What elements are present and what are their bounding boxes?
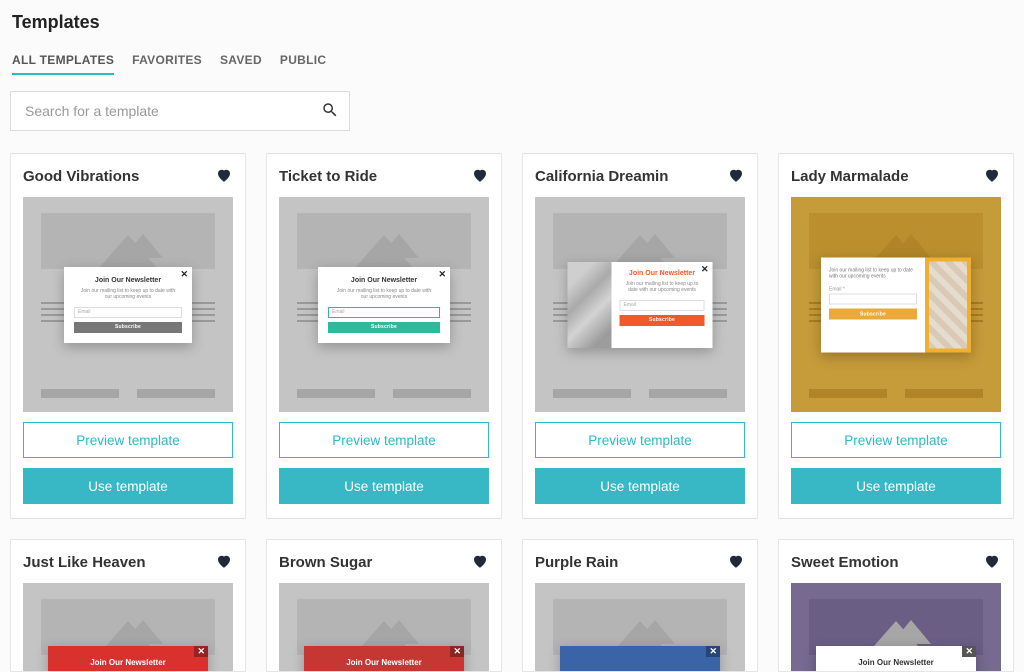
close-icon: ✕ — [180, 269, 188, 280]
templates-grid: Good Vibrations ✕ Join Our Newsletter Jo… — [10, 153, 1014, 672]
template-thumbnail[interactable]: ✕ Join Our Newsletter Join our mailing l… — [535, 197, 745, 412]
template-card: Just Like Heaven ✕ Join Our Newsletter — [10, 539, 246, 672]
search-bar[interactable] — [10, 91, 350, 131]
use-template-button[interactable]: Use template — [279, 468, 489, 504]
template-title: Purple Rain — [535, 554, 618, 571]
popup-subscribe-button: Subscribe — [74, 322, 182, 333]
template-thumbnail[interactable]: ✕ Join Our Newsletter — [791, 583, 1001, 671]
use-template-button[interactable]: Use template — [23, 468, 233, 504]
popup-preview: ✕ Join Our Newsletter Join our mailing l… — [318, 267, 450, 343]
popup-preview: ✕ — [560, 646, 720, 671]
favorite-icon[interactable] — [471, 166, 489, 187]
popup-preview: ✕ Join Our Newsletter Join our mailing l… — [568, 262, 713, 348]
preview-template-button[interactable]: Preview template — [279, 422, 489, 458]
popup-headline: Join Our Newsletter — [620, 270, 705, 277]
favorite-icon[interactable] — [727, 166, 745, 187]
favorite-icon[interactable] — [215, 166, 233, 187]
favorite-icon[interactable] — [727, 552, 745, 573]
popup-headline: Join Our Newsletter — [74, 277, 182, 284]
template-title: Lady Marmalade — [791, 168, 909, 185]
preview-template-button[interactable]: Preview template — [535, 422, 745, 458]
popup-email-label: Email * — [829, 287, 917, 293]
template-card: California Dreamin ✕ Join Our Newsletter… — [522, 153, 758, 519]
template-thumbnail[interactable]: Join our mailing list to keep up to date… — [791, 197, 1001, 412]
close-icon: ✕ — [194, 646, 208, 657]
popup-email-input — [829, 294, 917, 305]
template-title: Good Vibrations — [23, 168, 139, 185]
popup-image — [568, 262, 612, 348]
preview-template-button[interactable]: Preview template — [23, 422, 233, 458]
popup-subline: Join our mailing list to keep up to date… — [626, 281, 699, 294]
preview-template-button[interactable]: Preview template — [791, 422, 1001, 458]
search-input[interactable] — [25, 103, 321, 119]
popup-preview: Join our mailing list to keep up to date… — [821, 257, 971, 352]
favorite-icon[interactable] — [471, 552, 489, 573]
template-thumbnail[interactable]: ✕ Join Our Newsletter Join our mailing l… — [279, 197, 489, 412]
favorite-icon[interactable] — [215, 552, 233, 573]
template-card: Good Vibrations ✕ Join Our Newsletter Jo… — [10, 153, 246, 519]
search-icon[interactable] — [321, 101, 339, 122]
popup-headline: Join Our Newsletter — [328, 277, 440, 284]
page-title: Templates — [12, 12, 1014, 33]
template-card: Purple Rain ✕ — [522, 539, 758, 672]
popup-preview: ✕ Join Our Newsletter — [48, 646, 208, 671]
close-icon: ✕ — [959, 259, 967, 270]
close-icon: ✕ — [438, 269, 446, 280]
popup-subline: Join our mailing list to keep up to date… — [80, 288, 176, 301]
popup-preview: ✕ Join Our Newsletter — [816, 646, 976, 671]
tab-favorites[interactable]: FAVORITES — [132, 53, 202, 75]
popup-email-input: Email — [74, 307, 182, 318]
popup-subline: Join our mailing list to keep up to date… — [829, 267, 917, 281]
tab-saved[interactable]: SAVED — [220, 53, 262, 75]
popup-headline: Join Our Newsletter — [828, 658, 964, 667]
popup-subscribe-button: Subscribe — [328, 322, 440, 333]
template-card: Ticket to Ride ✕ Join Our Newsletter Joi… — [266, 153, 502, 519]
template-thumbnail[interactable]: ✕ — [535, 583, 745, 671]
template-title: Just Like Heaven — [23, 554, 146, 571]
favorite-icon[interactable] — [983, 552, 1001, 573]
template-card: Brown Sugar ✕ Join Our Newsletter — [266, 539, 502, 672]
filter-tabs: ALL TEMPLATES FAVORITES SAVED PUBLIC — [12, 53, 1014, 75]
template-title: Ticket to Ride — [279, 168, 377, 185]
use-template-button[interactable]: Use template — [791, 468, 1001, 504]
close-icon: ✕ — [962, 646, 976, 657]
close-icon: ✕ — [701, 264, 709, 275]
template-card: Sweet Emotion ✕ Join Our Newsletter — [778, 539, 1014, 672]
template-thumbnail[interactable]: ✕ Join Our Newsletter — [23, 583, 233, 671]
tab-all-templates[interactable]: ALL TEMPLATES — [12, 53, 114, 75]
popup-headline: Join Our Newsletter — [60, 658, 196, 667]
use-template-button[interactable]: Use template — [535, 468, 745, 504]
popup-image: ✕ — [925, 257, 971, 352]
tab-public[interactable]: PUBLIC — [280, 53, 326, 75]
popup-subscribe-button: Subscribe — [620, 315, 705, 326]
popup-email-input: Email — [620, 300, 705, 311]
close-icon: ✕ — [706, 646, 720, 657]
template-title: Sweet Emotion — [791, 554, 899, 571]
popup-preview: ✕ Join Our Newsletter — [304, 646, 464, 671]
template-card: Lady Marmalade Join our mailing list to … — [778, 153, 1014, 519]
template-thumbnail[interactable]: ✕ Join Our Newsletter — [279, 583, 489, 671]
popup-subline: Join our mailing list to keep up to date… — [334, 288, 434, 301]
template-title: Brown Sugar — [279, 554, 372, 571]
template-thumbnail[interactable]: ✕ Join Our Newsletter Join our mailing l… — [23, 197, 233, 412]
popup-headline: Join Our Newsletter — [316, 658, 452, 667]
popup-preview: ✕ Join Our Newsletter Join our mailing l… — [64, 267, 192, 343]
popup-subscribe-button: Subscribe — [829, 309, 917, 320]
favorite-icon[interactable] — [983, 166, 1001, 187]
template-title: California Dreamin — [535, 168, 668, 185]
close-icon: ✕ — [450, 646, 464, 657]
popup-email-input: Email — [328, 307, 440, 318]
